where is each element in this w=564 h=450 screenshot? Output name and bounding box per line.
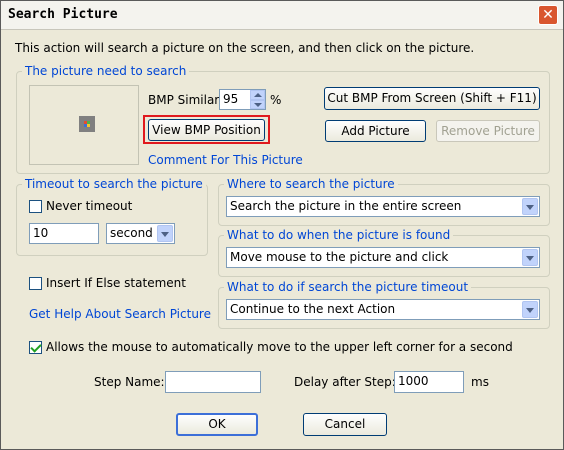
never-timeout-label: Never timeout — [46, 199, 133, 213]
window-title: Search Picture — [8, 7, 118, 22]
where-group-legend: Where to search the picture — [224, 177, 398, 191]
add-picture-button[interactable]: Add Picture — [325, 120, 426, 142]
bmp-similar-label: BMP Similar: — [148, 93, 224, 107]
close-icon: ✕ — [542, 7, 554, 23]
auto-move-checkbox[interactable] — [29, 341, 42, 354]
delay-unit-label: ms — [471, 375, 489, 389]
insert-if-else-checkbox[interactable] — [29, 277, 42, 290]
timeout-unit-select[interactable]: second — [106, 223, 175, 244]
comment-link[interactable]: Comment For This Picture — [148, 153, 303, 167]
cancel-button[interactable]: Cancel — [303, 413, 387, 436]
bmp-similar-down-button[interactable] — [250, 100, 265, 109]
help-link[interactable]: Get Help About Search Picture — [29, 307, 211, 321]
step-name-input[interactable] — [165, 371, 261, 393]
insert-if-else-label: Insert If Else statement — [46, 276, 186, 290]
picture-preview[interactable] — [29, 85, 139, 165]
remove-picture-button[interactable]: Remove Picture — [436, 120, 540, 142]
chevron-down-icon — [522, 301, 538, 318]
percent-label: % — [270, 93, 282, 107]
timeout-group — [16, 184, 208, 256]
search-picture-dialog: Search Picture ✕ This action will search… — [0, 0, 564, 450]
where-select[interactable]: Search the picture in the entire screen — [226, 196, 540, 217]
never-timeout-checkbox[interactable] — [29, 200, 42, 213]
delay-input[interactable]: 1000 — [394, 371, 464, 393]
bmp-similar-up-button[interactable] — [250, 90, 265, 100]
auto-move-label: Allows the mouse to automatically move t… — [46, 340, 513, 354]
chevron-down-icon — [157, 225, 173, 242]
timeout-value-input[interactable]: 10 — [29, 223, 99, 244]
chevron-down-icon — [522, 249, 538, 266]
timeout-action-select[interactable]: Continue to the next Action — [226, 299, 540, 320]
step-name-label: Step Name: — [94, 375, 165, 389]
ok-button[interactable]: OK — [176, 413, 258, 436]
chevron-down-icon — [522, 198, 538, 215]
delay-label: Delay after Step: — [294, 375, 396, 389]
timeout-group-legend: Timeout to search the picture — [22, 177, 206, 191]
picture-group-legend: The picture need to search — [22, 64, 190, 78]
title-bar: Search Picture ✕ — [1, 1, 563, 30]
found-group-legend: What to do when the picture is found — [224, 228, 454, 242]
timeout-action-group-legend: What to do if search the picture timeout — [224, 280, 472, 294]
view-bmp-position-button[interactable]: View BMP Position — [148, 119, 265, 141]
description-text: This action will search a picture on the… — [15, 41, 475, 55]
cut-bmp-button[interactable]: Cut BMP From Screen (Shift + F11) — [324, 87, 540, 110]
close-button[interactable]: ✕ — [538, 5, 558, 25]
picture-thumbnail-icon — [79, 116, 95, 132]
found-action-select[interactable]: Move mouse to the picture and click — [226, 247, 540, 268]
